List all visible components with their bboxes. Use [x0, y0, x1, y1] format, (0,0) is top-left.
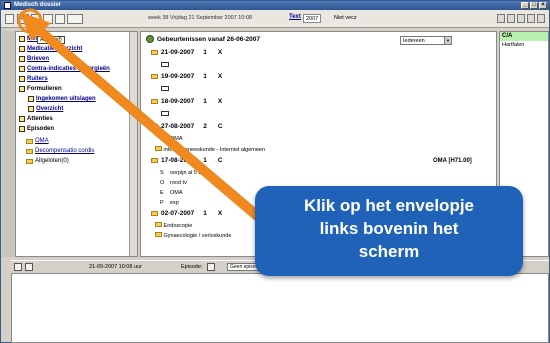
pill-icon: [19, 46, 25, 52]
pen-icon[interactable]: [31, 14, 41, 24]
detail-line: Endoscopie: [155, 222, 192, 229]
warning-icon: [19, 66, 25, 72]
tekst-link[interactable]: Text: [289, 14, 301, 20]
save-icon[interactable]: [14, 263, 22, 271]
folder-icon: [151, 50, 158, 55]
close-button[interactable]: ×: [539, 2, 547, 9]
episode-label: Episode:: [181, 264, 203, 270]
nav-scrollbar[interactable]: [129, 32, 137, 256]
week-info: week 38 Vrijdag 21 September 2007 10:08: [148, 15, 253, 21]
episode-oma[interactable]: OMA: [26, 137, 49, 145]
flask-icon: [28, 96, 34, 102]
right-panel-header: C/A: [500, 32, 548, 41]
nav-ruiters[interactable]: Ruiters: [19, 75, 48, 83]
episode-afgesloten[interactable]: Allgeloten(0): [26, 157, 69, 165]
folder-icon: [155, 222, 162, 227]
folder-icon: [151, 74, 158, 79]
episode-picker-icon[interactable]: [207, 263, 215, 271]
folder-icon: [151, 211, 158, 216]
journal-entry[interactable]: 21-09-2007 1 X: [151, 49, 222, 56]
nav-attenties[interactable]: Attenties: [19, 115, 53, 123]
flag-icon: [19, 76, 25, 82]
episode-decompensatio[interactable]: Decompensatio cordis: [26, 147, 94, 155]
ecg-icon[interactable]: [67, 14, 83, 24]
folder-icon: [151, 99, 158, 104]
journal-heading: Gebeurtenissen vanaf 26-06-2007: [146, 35, 260, 43]
envelope-icon[interactable]: [161, 111, 169, 116]
nav-overzicht[interactable]: Overzicht: [28, 105, 63, 113]
down-icon[interactable]: [527, 14, 535, 23]
maximize-button[interactable]: □: [530, 2, 538, 9]
letter-icon: [19, 56, 25, 62]
window-controls: _ □ ×: [521, 2, 547, 9]
refresh-icon[interactable]: [537, 14, 545, 23]
title-bar: Medisch dossier _ □ ×: [1, 1, 549, 10]
tooltip-popup: Alg (Ref): [37, 36, 65, 44]
app-icon: [4, 2, 11, 9]
folder-icon: [26, 148, 33, 154]
toolbar-right-buttons: [497, 14, 545, 23]
nav-episoden: Episoden: [19, 125, 54, 133]
forward-icon[interactable]: [507, 14, 515, 23]
journal-entry[interactable]: 02-07-2007 1 X: [151, 210, 222, 217]
exclamation-icon: [19, 116, 25, 122]
up-icon[interactable]: [517, 14, 525, 23]
clock-icon: [146, 35, 154, 43]
year-select[interactable]: 2007: [303, 14, 322, 23]
home-icon[interactable]: [5, 14, 14, 24]
flask-icon: [19, 86, 25, 92]
niet-vecz-label: Niet vecz: [334, 15, 357, 21]
detail-line: Pexp: [160, 200, 179, 206]
detail-line: E OMA: [160, 190, 183, 196]
folder-icon: [26, 138, 33, 144]
journal-entry[interactable]: 19-09-2007 1 X: [151, 73, 222, 80]
minimize-button[interactable]: _: [521, 2, 529, 9]
journal-entry[interactable]: 18-09-2007 1 X: [151, 98, 222, 105]
journal-entry[interactable]: 27-08-2007 2 C: [151, 123, 223, 130]
folder-icon: [155, 232, 162, 237]
back-icon[interactable]: [497, 14, 505, 23]
consult-text-input[interactable]: [11, 273, 549, 343]
envelope-icon[interactable]: ✉: [17, 14, 29, 24]
chevron-down-icon: ▼: [444, 37, 451, 44]
memo-icon: [19, 36, 25, 42]
print-icon[interactable]: [43, 14, 53, 24]
nav-brieven[interactable]: Brieven: [19, 55, 49, 63]
navigation-pane: Memo Alg (Ref) Medicatie overzicht Briev…: [15, 31, 138, 257]
journal-entry[interactable]: 17-08-2007 1 C: [151, 157, 223, 164]
calendar-icon[interactable]: [55, 14, 65, 24]
toolbar: ✉ week 38 Vrijdag 21 September 2007 10:0…: [1, 10, 549, 28]
envelope-icon[interactable]: [161, 62, 169, 67]
folder-icon: [151, 158, 158, 163]
folder-icon: [26, 158, 33, 164]
nav-contra-indicaties[interactable]: Contra-indicaties / Allergieën: [19, 65, 110, 73]
flask-icon: [28, 106, 34, 112]
detail-line: Gynaecologie / verloskunde: [155, 232, 231, 239]
left-icon-strip: [2, 31, 14, 257]
detail-line: interne geneeskunde - Internist algemeen: [155, 146, 265, 153]
filter-dropdown[interactable]: Iedereen ▼: [400, 36, 452, 45]
nav-ingekomen-uitslagen[interactable]: Ingekomen uitslagen: [28, 95, 96, 103]
main-window: Medisch dossier _ □ × ✉ week 38 Vrijdag …: [0, 0, 550, 343]
nav-medicatie[interactable]: Medicatie overzicht: [19, 45, 82, 53]
detail-line: Orood tv: [160, 180, 187, 186]
instruction-callout: Klik op het envelopje links bovenin het …: [255, 186, 523, 276]
folder-icon: [155, 146, 162, 151]
cancel-icon[interactable]: [25, 263, 33, 271]
right-panel-item[interactable]: Hartfalen: [500, 41, 548, 49]
episode-icon: [19, 126, 25, 132]
envelope-icon[interactable]: [161, 86, 169, 91]
diagnosis-code: OMA [H71.00]: [433, 158, 472, 164]
detail-line: E OMA: [160, 136, 183, 142]
folder-icon: [151, 124, 158, 129]
consult-datetime: 21-09-2007 10:08 uur: [89, 264, 142, 270]
window-title: Medisch dossier: [14, 2, 62, 8]
nav-formulieren: Formulieren: [19, 85, 62, 93]
detail-line: Soorpijn al 5 dgn: [160, 170, 208, 176]
